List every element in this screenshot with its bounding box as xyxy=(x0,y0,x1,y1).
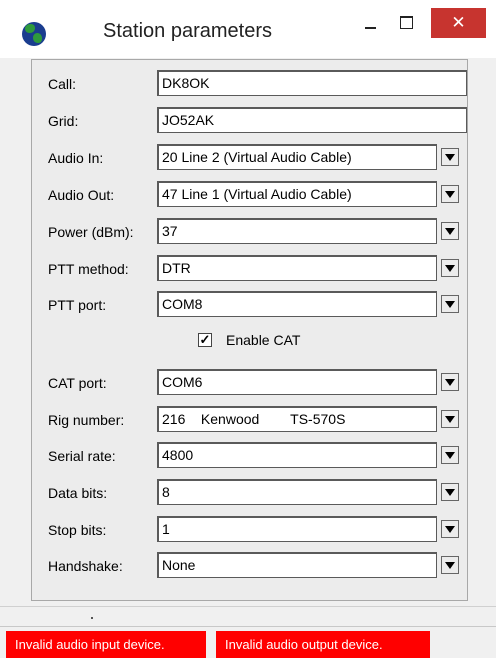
ptt-port-label: PTT port: xyxy=(48,297,107,313)
call-row: Call: DK8OK xyxy=(48,70,484,98)
grid-row: Grid: JO52AK xyxy=(48,107,484,135)
rig-number-dropdown-icon[interactable] xyxy=(441,410,459,428)
stop-bits-label: Stop bits: xyxy=(48,522,107,538)
minimize-button[interactable] xyxy=(357,10,385,40)
toolbar-strip xyxy=(0,606,496,623)
ptt-method-dropdown-icon[interactable] xyxy=(441,259,459,277)
audio-out-label: Audio Out: xyxy=(48,187,115,203)
audio-output-error: Invalid audio output device. xyxy=(216,631,430,658)
grid-field[interactable]: JO52AK xyxy=(157,107,467,133)
ptt-port-dropdown-icon[interactable] xyxy=(441,295,459,313)
cat-port-select[interactable]: COM6 xyxy=(157,369,437,395)
data-bits-label: Data bits: xyxy=(48,485,108,501)
rig-number-label: Rig number: xyxy=(48,412,125,428)
power-label: Power (dBm): xyxy=(48,224,134,240)
ptt-method-label: PTT method: xyxy=(48,261,129,277)
power-select[interactable]: 37 xyxy=(157,218,437,244)
data-bits-row: Data bits: 8 xyxy=(48,479,484,507)
stop-bits-select[interactable]: 1 xyxy=(157,516,437,542)
ptt-method-select[interactable]: DTR xyxy=(157,255,437,281)
serial-rate-dropdown-icon[interactable] xyxy=(441,446,459,464)
handshake-select[interactable]: None xyxy=(157,552,437,578)
audio-in-dropdown-icon[interactable] xyxy=(441,148,459,166)
maximize-button[interactable] xyxy=(393,10,421,40)
data-bits-select[interactable]: 8 xyxy=(157,479,437,505)
audio-in-label: Audio In: xyxy=(48,150,104,166)
serial-rate-select[interactable]: 4800 xyxy=(157,442,437,468)
enable-cat-checkbox[interactable]: ✓ xyxy=(198,333,212,347)
cat-port-label: CAT port: xyxy=(48,375,107,391)
rig-number-select[interactable]: 216 Kenwood TS-570S xyxy=(157,406,437,432)
station-parameters-window: Station parameters ✕ Call: DK8OK Grid: J… xyxy=(0,0,496,658)
enable-cat-label[interactable]: Enable CAT xyxy=(226,332,300,348)
serial-rate-row: Serial rate: 4800 xyxy=(48,442,484,470)
call-field[interactable]: DK8OK xyxy=(157,70,467,96)
window-title: Station parameters xyxy=(103,20,272,42)
globe-icon xyxy=(22,22,46,46)
audio-in-select[interactable]: 20 Line 2 (Virtual Audio Cable) xyxy=(157,144,437,170)
rig-number-row: Rig number: 216 Kenwood TS-570S xyxy=(48,406,484,434)
handshake-label: Handshake: xyxy=(48,558,123,574)
handshake-row: Handshake: None xyxy=(48,552,484,580)
call-label: Call: xyxy=(48,76,77,92)
cat-port-dropdown-icon[interactable] xyxy=(441,373,459,391)
audio-out-dropdown-icon[interactable] xyxy=(441,185,459,203)
stop-bits-dropdown-icon[interactable] xyxy=(441,520,459,538)
ptt-method-row: PTT method: DTR xyxy=(48,255,484,283)
handshake-dropdown-icon[interactable] xyxy=(441,556,459,574)
ptt-port-select[interactable]: COM8 xyxy=(157,291,437,317)
power-dropdown-icon[interactable] xyxy=(441,222,459,240)
serial-rate-label: Serial rate: xyxy=(48,448,116,464)
power-row: Power (dBm): 37 xyxy=(48,218,484,246)
audio-in-row: Audio In: 20 Line 2 (Virtual Audio Cable… xyxy=(48,144,484,172)
toolbar-marker xyxy=(91,617,93,619)
grid-label: Grid: xyxy=(48,113,79,129)
cat-port-row: CAT port: COM6 xyxy=(48,369,484,397)
stop-bits-row: Stop bits: 1 xyxy=(48,516,484,544)
close-button[interactable]: ✕ xyxy=(431,8,486,38)
close-icon: ✕ xyxy=(451,13,466,32)
settings-panel: Call: DK8OK Grid: JO52AK Audio In: 20 Li… xyxy=(31,59,468,601)
audio-out-row: Audio Out: 47 Line 1 (Virtual Audio Cabl… xyxy=(48,181,484,209)
ptt-port-row: PTT port: COM8 xyxy=(48,291,484,319)
audio-out-select[interactable]: 47 Line 1 (Virtual Audio Cable) xyxy=(157,181,437,207)
status-bar: Invalid audio input device. Invalid audi… xyxy=(0,626,496,658)
audio-input-error: Invalid audio input device. xyxy=(6,631,206,658)
data-bits-dropdown-icon[interactable] xyxy=(441,483,459,501)
title-bar[interactable]: Station parameters ✕ xyxy=(0,0,496,58)
